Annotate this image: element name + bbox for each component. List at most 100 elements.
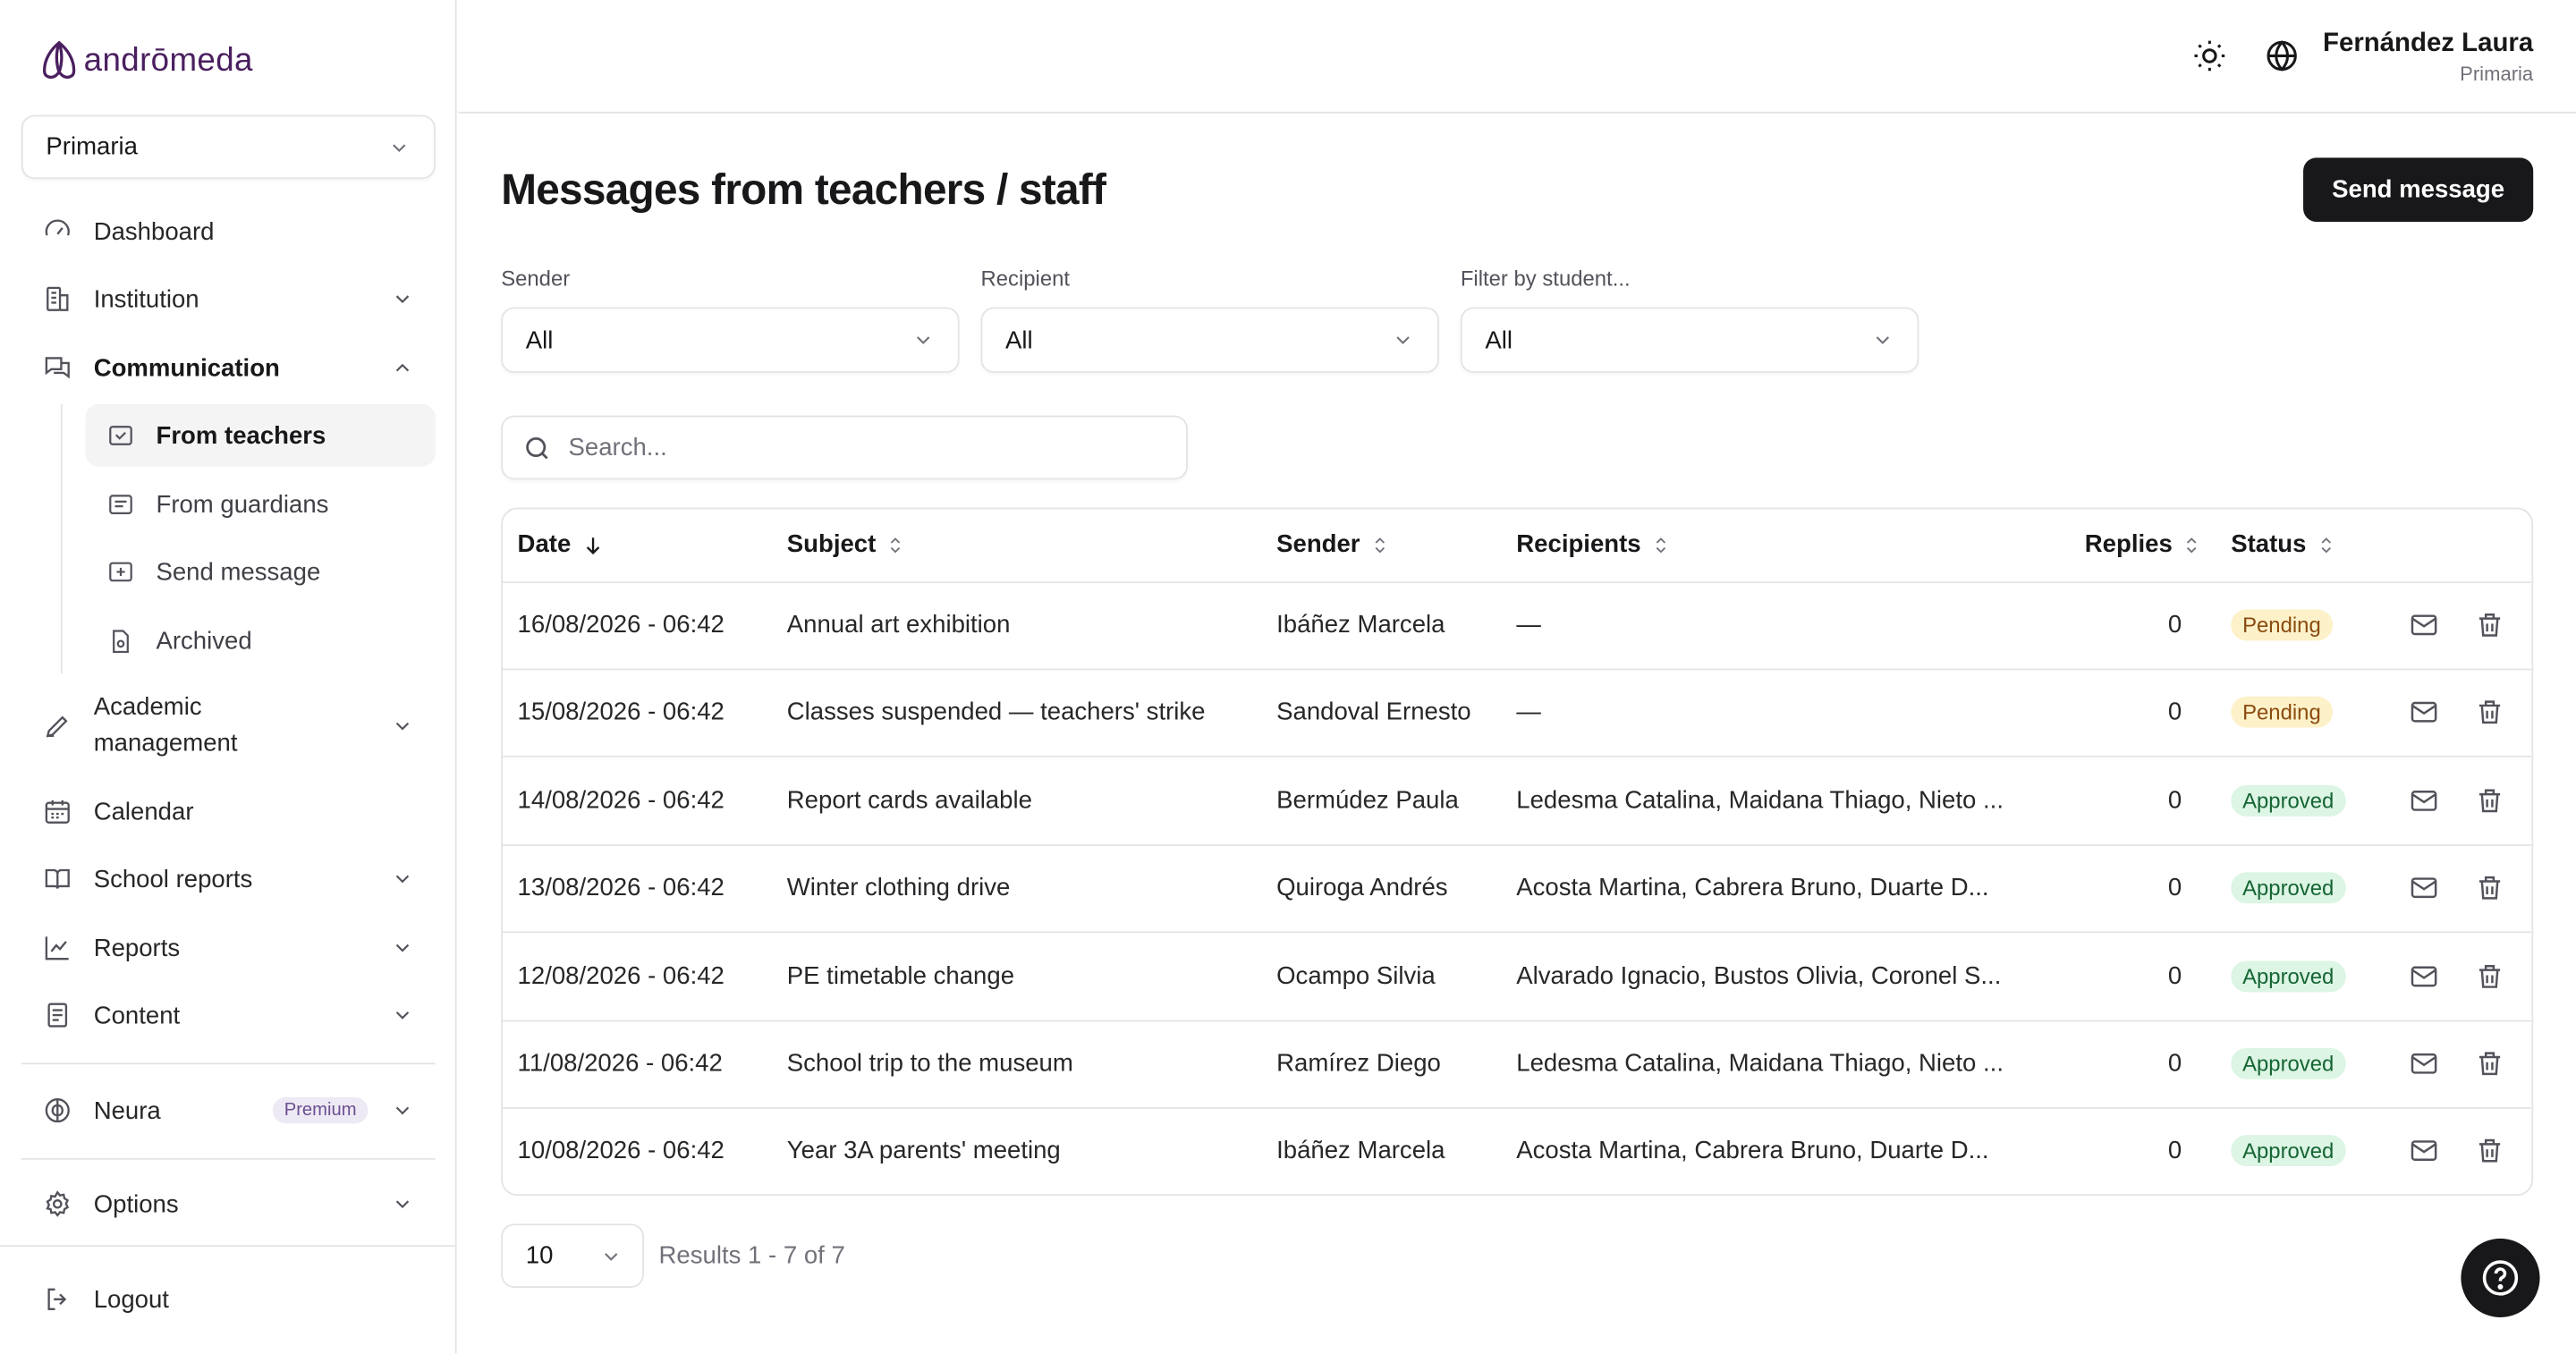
messages-icon [43,353,72,383]
recipients-cell: Ledesma Catalina, Maidana Thiago, Nieto … [1516,1049,2004,1078]
nav-school-reports[interactable]: School reports [21,850,436,909]
subject-cell: Year 3A parents' meeting [786,1137,1061,1165]
recipients-cell: — [1516,698,1541,727]
mail-icon[interactable] [2409,873,2442,906]
trash-icon[interactable] [2474,873,2507,906]
theme-toggle-sun-icon[interactable] [2190,36,2229,75]
status-badge: Approved [2231,872,2346,904]
trash-icon[interactable] [2474,960,2507,994]
column-header-date[interactable]: Date [518,530,604,558]
select-value: All [525,326,554,354]
sender-filter-select[interactable]: All [501,307,960,373]
help-button[interactable] [2461,1238,2540,1318]
status-badge: Pending [2231,609,2333,641]
subject-cell: School trip to the museum [786,1049,1073,1078]
chevron-down-icon [1871,328,1894,351]
column-header-replies[interactable]: Replies [2085,530,2202,558]
trash-icon[interactable] [2474,697,2507,730]
subnav-from-teachers[interactable]: From teachers [85,403,436,467]
nav-label: Content [93,1001,181,1029]
message-plus-icon [106,558,134,586]
recipient-filter-select[interactable]: All [980,307,1439,373]
user-name[interactable]: Fernández Laura [2323,30,2533,59]
andromeda-logo-icon [39,39,79,82]
trash-icon[interactable] [2474,609,2507,642]
mail-icon[interactable] [2409,697,2442,730]
recipients-cell: Ledesma Catalina, Maidana Thiago, Nieto … [1516,786,2004,815]
send-message-button[interactable]: Send message [2303,157,2534,222]
nav-institution[interactable]: Institution [21,269,436,328]
trash-icon[interactable] [2474,1048,2507,1081]
nav-label: Logout [93,1285,169,1314]
chevron-up-icon [391,357,414,380]
subnav-from-guardians[interactable]: From guardians [86,473,436,536]
sender-cell: Ocampo Silvia [1276,961,1436,990]
nav-label: School reports [93,865,253,893]
pencil-icon [43,711,72,740]
chevron-down-icon [391,936,414,960]
mail-icon[interactable] [2409,609,2442,642]
table-row[interactable]: 15/08/2026 - 06:42 Classes suspended — te… [503,671,2532,758]
subnav-label: Send message [156,557,321,586]
table-row[interactable]: 12/08/2026 - 06:42 PE timetable change Oca… [503,934,2532,1021]
table-row[interactable]: 13/08/2026 - 06:42 Winter clothing drive Q… [503,846,2532,934]
replies-cell: 0 [2167,611,2182,639]
column-header-recipients[interactable]: Recipients [1516,530,1670,558]
page-title: Messages from teachers / staff [501,164,1106,214]
table-row[interactable]: 14/08/2026 - 06:42 Report cards available… [503,758,2532,846]
nav-communication[interactable]: Communication [21,338,436,397]
column-label: Sender [1276,530,1360,559]
page-size-select[interactable]: 10 [501,1223,644,1288]
nav-reports[interactable]: Reports [21,918,436,977]
column-header-subject[interactable]: Subject [787,530,906,558]
subject-cell: Classes suspended — teachers' strike [786,698,1206,727]
nav-dashboard[interactable]: Dashboard [21,202,436,261]
mail-icon[interactable] [2409,1048,2442,1081]
chevron-down-icon [391,287,414,310]
subnav-label: Archived [156,626,252,655]
sender-cell: Bermúdez Paula [1276,786,1459,815]
column-label: Date [517,530,572,559]
recipients-cell: Acosta Martina, Cabrera Bruno, Duarte D.… [1516,1137,1989,1165]
search-input[interactable] [568,433,1160,462]
table-row[interactable]: 11/08/2026 - 06:42 School trip to the mus… [503,1021,2532,1109]
replies-cell: 0 [2167,874,2182,902]
sort-icon [886,533,905,556]
nav-academic-management[interactable]: Academic management [21,690,436,762]
brand-logo[interactable]: andrōmeda [39,39,253,82]
table-row[interactable]: 16/08/2026 - 06:42 Annual art exhibition I… [503,583,2532,671]
nav-calendar[interactable]: Calendar [21,782,436,841]
replies-cell: 0 [2167,1049,2182,1078]
mail-icon[interactable] [2409,1136,2442,1169]
nav-logout[interactable]: Logout [21,1270,436,1329]
sidebar-divider [21,1062,436,1065]
message-check-icon [106,421,134,449]
brand-name: andrōmeda [83,41,253,79]
nav-neura[interactable]: Neura Premium [21,1081,436,1140]
date-cell: 15/08/2026 - 06:42 [517,698,724,727]
column-header-status[interactable]: Status [2231,530,2335,558]
mail-icon[interactable] [2409,960,2442,994]
nav-content[interactable]: Content [21,986,436,1045]
student-filter-select[interactable]: All [1460,307,1919,373]
trash-icon[interactable] [2474,1136,2507,1169]
sidebar: andrōmeda Primaria Dashboard Institution… [0,0,457,1354]
column-label: Status [2231,530,2307,559]
subnav-archived[interactable]: Archived [86,609,436,672]
nav-options[interactable]: Options [21,1174,436,1233]
school-select[interactable]: Primaria [21,114,436,180]
subject-cell: Annual art exhibition [786,611,1011,639]
subnav-label: From teachers [156,421,326,450]
subnav-send-message[interactable]: Send message [86,540,436,603]
search-box [501,415,1188,480]
trash-icon[interactable] [2474,785,2507,818]
chevron-down-icon [387,136,411,159]
mail-icon[interactable] [2409,785,2442,818]
replies-cell: 0 [2167,961,2182,990]
language-globe-icon[interactable] [2262,36,2301,75]
nav-label: Calendar [93,797,194,825]
table-row[interactable]: 10/08/2026 - 06:42 Year 3A parents' meeti… [503,1109,2531,1194]
document-icon [43,1001,72,1030]
column-header-sender[interactable]: Sender [1276,530,1389,558]
nav-label: Neura [93,1096,161,1125]
